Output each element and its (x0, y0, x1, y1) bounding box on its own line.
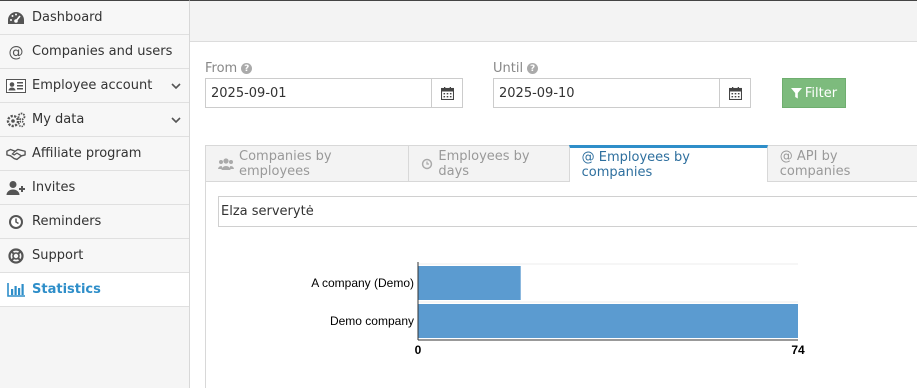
help-icon[interactable]: ? (241, 63, 253, 74)
clock-icon (6, 212, 26, 232)
until-date-input[interactable] (494, 79, 719, 107)
sidebar-item-statistics[interactable]: Statistics (0, 273, 189, 307)
sidebar-item-employee-account[interactable]: Employee account (0, 69, 189, 103)
from-date-input[interactable] (206, 79, 431, 107)
handshake-icon (6, 144, 26, 164)
sidebar-item-label: Companies and users (32, 44, 173, 59)
cogs-icon (6, 110, 26, 130)
from-label-text: From (205, 61, 238, 76)
category-label: A company (Demo) (311, 276, 414, 290)
calendar-icon[interactable] (719, 79, 750, 107)
tab-employees-by-companies[interactable]: @ Employees by companies (568, 145, 768, 182)
sidebar-item-invites[interactable]: Invites (0, 171, 189, 205)
chevron-down-icon (169, 116, 183, 123)
x-tick-label: 0 (415, 343, 422, 357)
x-tick-label: 74 (791, 343, 805, 357)
tab-api-by-companies[interactable]: @ API by companies (766, 145, 917, 181)
sidebar-item-label: Affiliate program (32, 146, 142, 161)
from-date-field (205, 78, 463, 108)
chart: A company (Demo) Demo company 0 74 (206, 182, 917, 388)
top-bar (190, 0, 917, 42)
until-label-text: Until (493, 61, 524, 76)
sidebar: Dashboard @ Companies and users Employee… (0, 0, 190, 388)
dashboard-icon (6, 8, 26, 28)
tab-label: Employees by days (438, 148, 530, 179)
from-label: From ? (205, 61, 253, 76)
bar-chart-icon (6, 280, 26, 300)
until-date-field (493, 78, 751, 108)
users-icon (218, 157, 234, 170)
filter-button[interactable]: Filter (782, 78, 846, 108)
sidebar-item-support[interactable]: Support (0, 239, 189, 273)
main-content: From ? Until ? Filter (190, 42, 917, 388)
tab-bar: Companies by employees Employees by days… (205, 145, 917, 182)
sidebar-item-label: Support (32, 248, 84, 263)
tab-panel: Elza serverytė A company (Demo) Demo comp… (205, 181, 917, 388)
sidebar-item-label: Invites (32, 180, 76, 195)
tab-companies-by-employees[interactable]: Companies by employees (205, 145, 410, 181)
sidebar-item-label: Dashboard (32, 10, 103, 25)
category-label: Demo company (330, 314, 414, 328)
sidebar-item-label: Statistics (32, 282, 101, 297)
sidebar-item-dashboard[interactable]: Dashboard (0, 1, 189, 35)
tab-label: @ Employees by companies (581, 150, 690, 180)
tab-label: @ API by companies (779, 148, 851, 179)
calendar-icon[interactable] (431, 79, 462, 107)
svg-text:@: @ (9, 44, 24, 60)
sidebar-item-affiliate-program[interactable]: Affiliate program (0, 137, 189, 171)
tab-employees-by-days[interactable]: Employees by days (408, 145, 570, 181)
help-icon[interactable]: ? (527, 63, 539, 74)
until-label: Until ? (493, 61, 539, 76)
at-icon: @ (6, 42, 26, 62)
filter-icon (790, 87, 802, 98)
user-plus-icon (6, 178, 26, 198)
clock-icon (421, 158, 433, 170)
filter-button-label: Filter (804, 85, 838, 101)
sidebar-item-my-data[interactable]: My data (0, 103, 189, 137)
chevron-down-icon (169, 82, 183, 89)
sidebar-item-companies-and-users[interactable]: @ Companies and users (0, 35, 189, 69)
life-ring-icon (6, 246, 26, 266)
id-card-icon (6, 76, 26, 96)
tab-label: Companies by employees (239, 148, 332, 179)
sidebar-item-label: My data (32, 112, 85, 127)
sidebar-item-label: Employee account (32, 78, 153, 93)
sidebar-item-label: Reminders (32, 214, 102, 229)
sidebar-item-reminders[interactable]: Reminders (0, 205, 189, 239)
app: Dashboard @ Companies and users Employee… (0, 0, 917, 388)
bar-1 (418, 304, 798, 338)
bar-0 (418, 266, 521, 300)
bar-chart: A company (Demo) Demo company 0 74 (311, 262, 805, 357)
